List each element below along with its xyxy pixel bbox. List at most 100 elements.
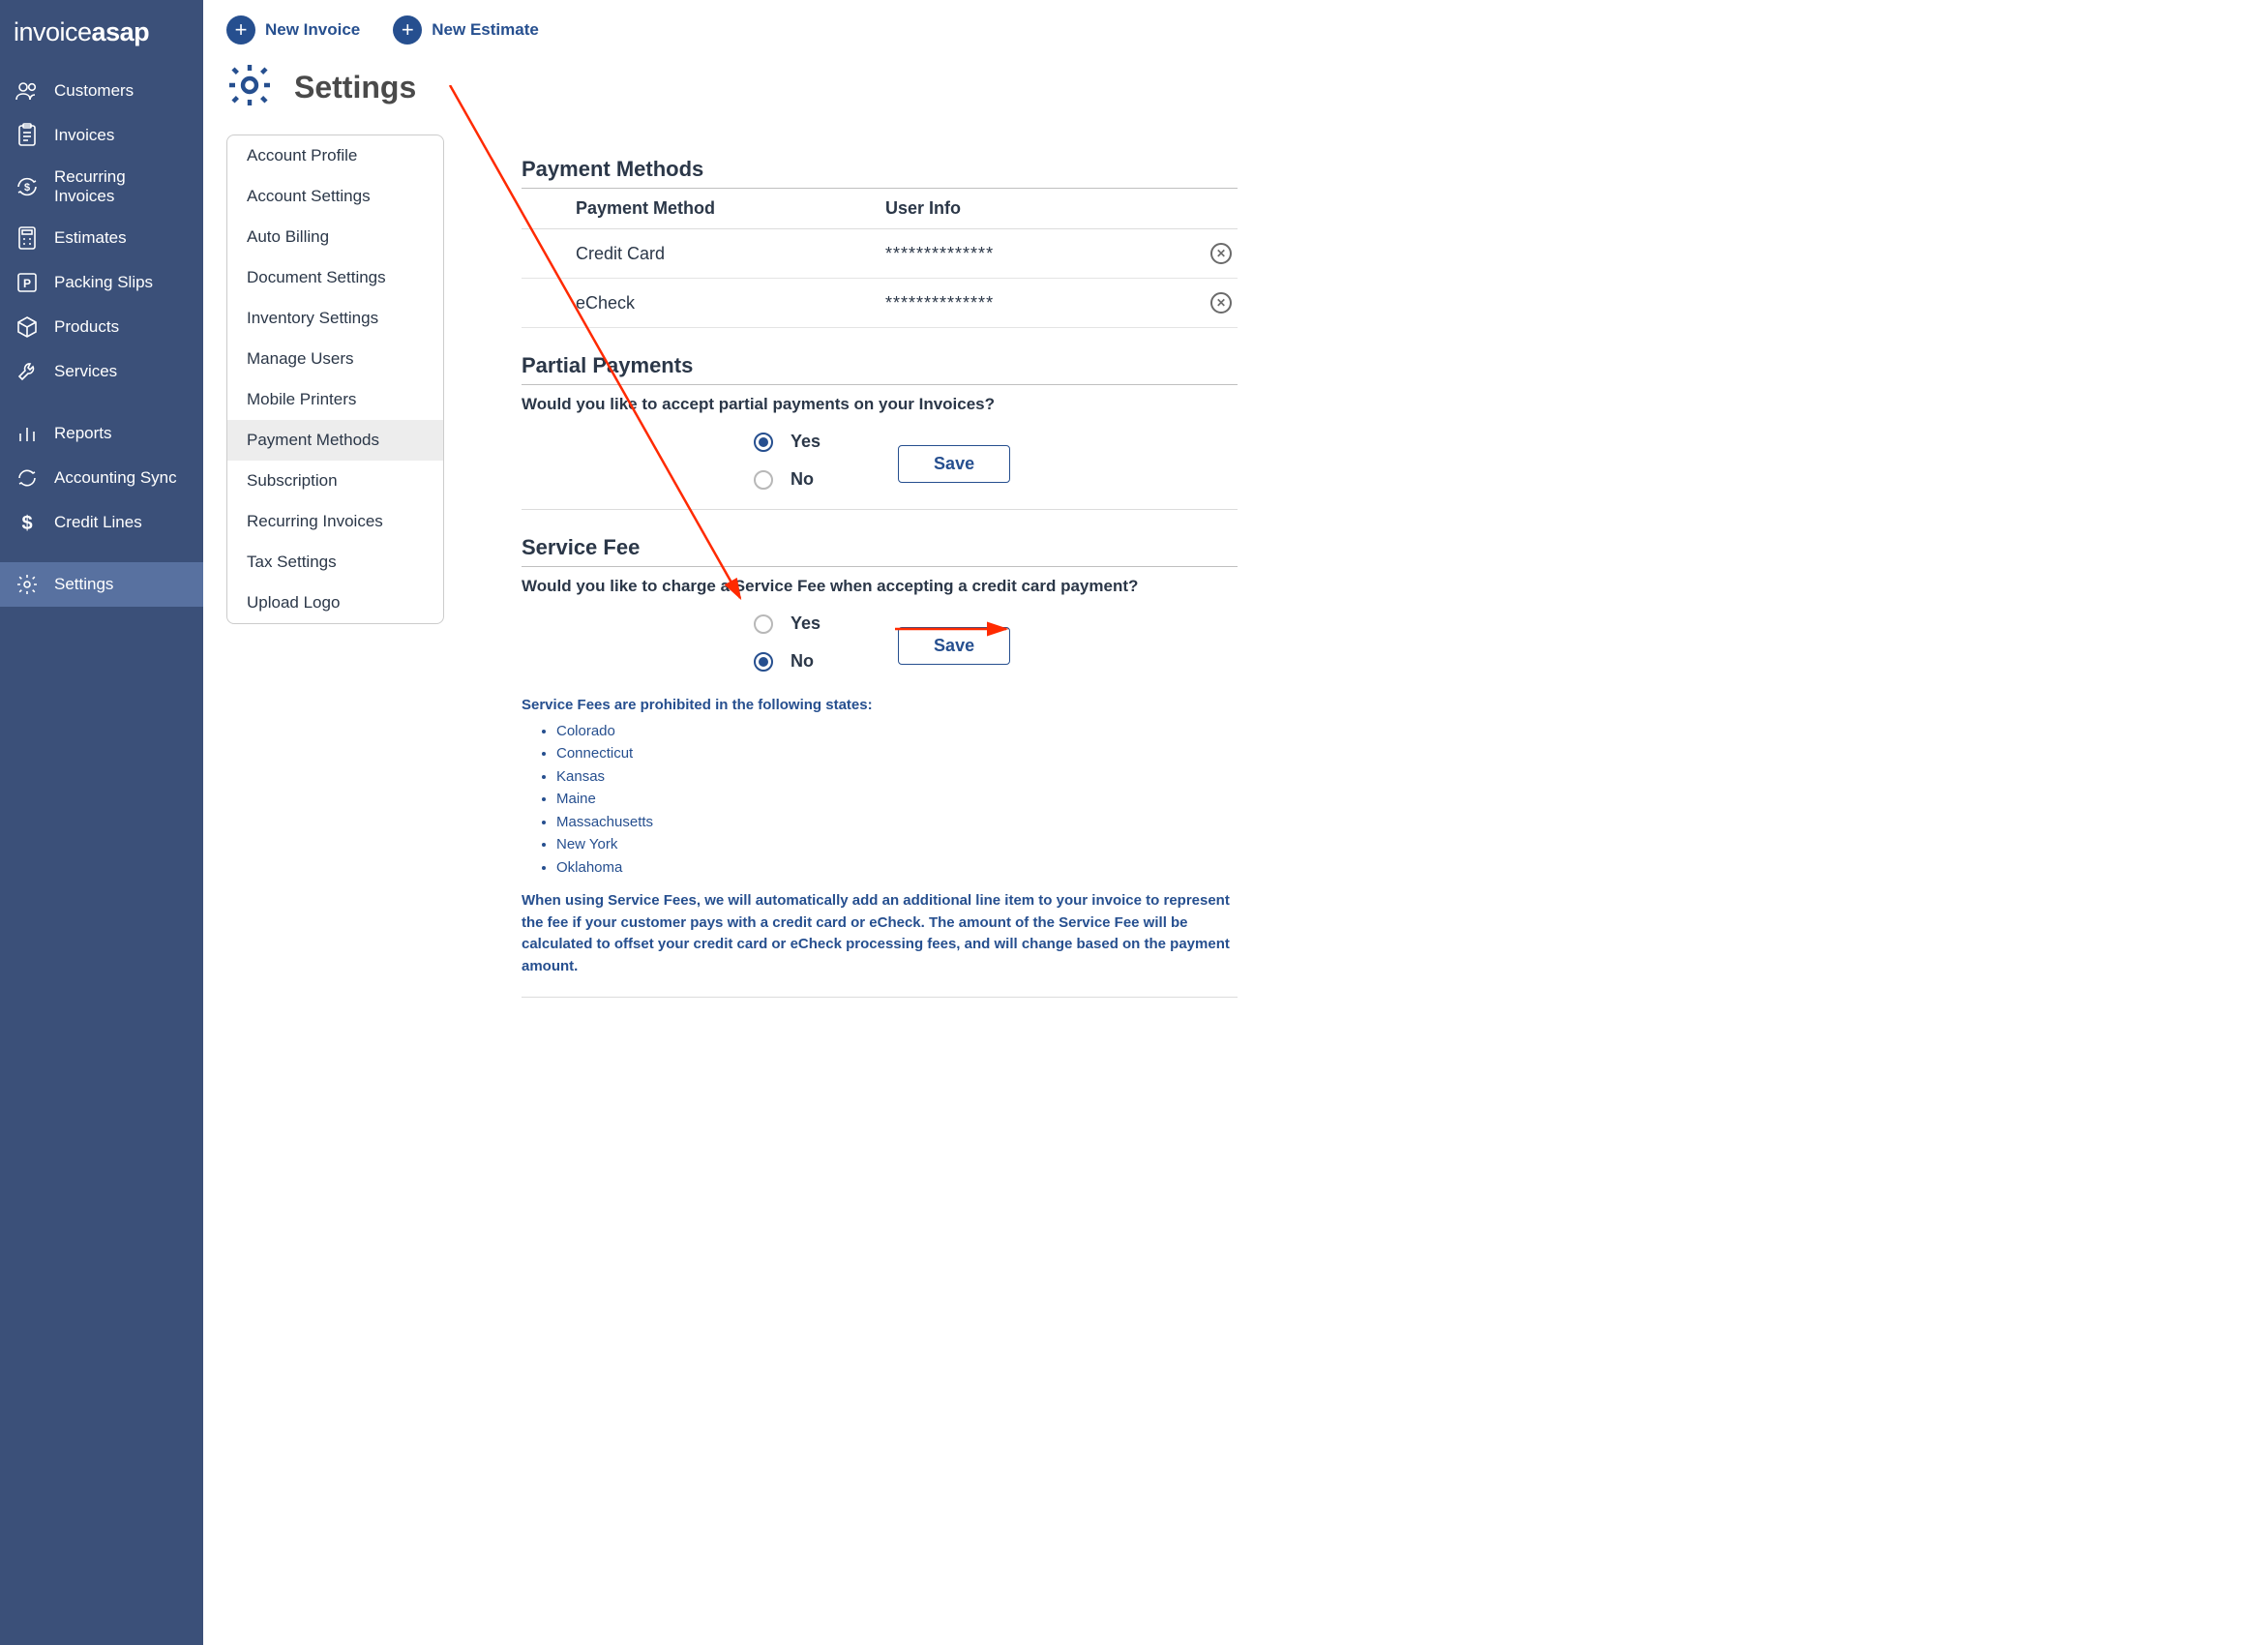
gear-icon	[226, 62, 273, 113]
sidebar-item-label: Products	[54, 317, 119, 337]
prohibited-states-list: Colorado Connecticut Kansas Maine Massac…	[522, 721, 1238, 880]
service-fee-section: Service Fee Would you like to charge a S…	[522, 535, 1238, 998]
partial-payments-no-radio[interactable]: No	[754, 469, 821, 490]
radio-icon	[754, 614, 773, 634]
calculator-icon	[14, 225, 41, 251]
partial-payments-question: Would you like to accept partial payment…	[522, 395, 1238, 414]
new-invoice-label: New Invoice	[265, 20, 360, 40]
radio-icon	[754, 433, 773, 452]
partial-payments-save-button[interactable]: Save	[898, 445, 1010, 483]
service-fee-no-radio[interactable]: No	[754, 651, 821, 672]
subnav-inventory-settings[interactable]: Inventory Settings	[227, 298, 443, 339]
partial-payments-yes-radio[interactable]: Yes	[754, 432, 821, 452]
svg-text:$: $	[24, 182, 30, 194]
nav-primary: Customers Invoices $ Recurring Invoices …	[0, 69, 203, 394]
payment-methods-section: Payment Methods Payment Method User Info…	[522, 157, 1238, 328]
remove-payment-method-button[interactable]	[1210, 243, 1232, 264]
sidebar-item-credit-lines[interactable]: $ Credit Lines	[0, 500, 203, 545]
svg-text:P: P	[23, 277, 31, 290]
subnav-recurring-invoices[interactable]: Recurring Invoices	[227, 501, 443, 542]
payment-methods-table-head: Payment Method User Info	[522, 189, 1238, 229]
sidebar-item-products[interactable]: Products	[0, 305, 203, 349]
sidebar-item-label: Customers	[54, 81, 134, 101]
radio-label: No	[791, 651, 814, 672]
sidebar-item-recurring-invoices[interactable]: $ Recurring Invoices	[0, 158, 203, 216]
sidebar-item-label: Packing Slips	[54, 273, 153, 292]
content: Settings Account Profile Account Setting…	[203, 54, 2268, 1645]
brand-logo: invoiceasap	[0, 17, 203, 69]
sidebar-item-accounting-sync[interactable]: Accounting Sync	[0, 456, 203, 500]
subnav-mobile-printers[interactable]: Mobile Printers	[227, 379, 443, 420]
new-estimate-label: New Estimate	[432, 20, 539, 40]
subnav-document-settings[interactable]: Document Settings	[227, 257, 443, 298]
radio-icon	[754, 652, 773, 672]
state-item: New York	[556, 834, 1238, 856]
radio-label: Yes	[791, 613, 821, 634]
state-item: Maine	[556, 789, 1238, 811]
subnav-manage-users[interactable]: Manage Users	[227, 339, 443, 379]
sidebar-item-customers[interactable]: Customers	[0, 69, 203, 113]
bar-chart-icon	[14, 421, 41, 446]
sidebar-item-packing-slips[interactable]: P Packing Slips	[0, 260, 203, 305]
partial-payments-heading: Partial Payments	[522, 353, 1238, 378]
subnav-payment-methods[interactable]: Payment Methods	[227, 420, 443, 461]
service-fee-question: Would you like to charge a Service Fee w…	[522, 577, 1238, 596]
new-invoice-button[interactable]: + New Invoice	[226, 15, 360, 45]
sidebar-item-label: Accounting Sync	[54, 468, 177, 488]
subnav-auto-billing[interactable]: Auto Billing	[227, 217, 443, 257]
users-icon	[14, 78, 41, 104]
gear-icon	[14, 572, 41, 597]
subnav-subscription[interactable]: Subscription	[227, 461, 443, 501]
sidebar-item-label: Recurring Invoices	[54, 167, 190, 206]
sidebar-item-reports[interactable]: Reports	[0, 411, 203, 456]
payment-method-info: **************	[885, 244, 1210, 264]
main-area: + New Invoice + New Estimate Settings Ac…	[203, 0, 2268, 1645]
state-item: Colorado	[556, 721, 1238, 743]
subnav-upload-logo[interactable]: Upload Logo	[227, 583, 443, 623]
service-fee-yes-radio[interactable]: Yes	[754, 613, 821, 634]
radio-icon	[754, 470, 773, 490]
subnav-account-profile[interactable]: Account Profile	[227, 135, 443, 176]
payment-method-info: **************	[885, 293, 1210, 314]
payment-methods-heading: Payment Methods	[522, 157, 1238, 182]
payment-method-name: Credit Card	[576, 244, 885, 264]
radio-label: No	[791, 469, 814, 490]
col-payment-method: Payment Method	[576, 198, 885, 219]
sidebar-item-services[interactable]: Services	[0, 349, 203, 394]
sidebar-item-estimates[interactable]: Estimates	[0, 216, 203, 260]
state-item: Massachusetts	[556, 812, 1238, 834]
subnav-account-settings[interactable]: Account Settings	[227, 176, 443, 217]
prohibited-intro: Service Fees are prohibited in the follo…	[522, 695, 1238, 717]
plus-icon: +	[226, 15, 255, 45]
settings-right-column: Payment Methods Payment Method User Info…	[522, 62, 1238, 1023]
page-title-row: Settings	[226, 62, 444, 113]
sync-icon	[14, 465, 41, 491]
sidebar-item-label: Credit Lines	[54, 513, 142, 532]
service-fee-save-button[interactable]: Save	[898, 627, 1010, 665]
state-item: Oklahoma	[556, 857, 1238, 880]
payment-method-row: eCheck **************	[522, 279, 1238, 328]
state-item: Connecticut	[556, 743, 1238, 765]
nav-tertiary: Settings	[0, 562, 203, 607]
sidebar-item-settings[interactable]: Settings	[0, 562, 203, 607]
plus-icon: +	[393, 15, 422, 45]
sidebar: invoiceasap Customers Invoices $ Recurri…	[0, 0, 203, 1645]
refresh-dollar-icon: $	[14, 174, 41, 199]
sidebar-item-invoices[interactable]: Invoices	[0, 113, 203, 158]
dollar-icon: $	[14, 510, 41, 535]
new-estimate-button[interactable]: + New Estimate	[393, 15, 539, 45]
sidebar-item-label: Invoices	[54, 126, 114, 145]
service-fee-note: When using Service Fees, we will automat…	[522, 890, 1238, 977]
wrench-icon	[14, 359, 41, 384]
partial-payments-section: Partial Payments Would you like to accep…	[522, 353, 1238, 510]
sidebar-item-label: Settings	[54, 575, 113, 594]
subnav-tax-settings[interactable]: Tax Settings	[227, 542, 443, 583]
service-fee-heading: Service Fee	[522, 535, 1238, 560]
payment-method-row: Credit Card **************	[522, 229, 1238, 279]
sidebar-item-label: Reports	[54, 424, 112, 443]
state-item: Kansas	[556, 766, 1238, 789]
box-icon	[14, 314, 41, 340]
settings-subnav: Account Profile Account Settings Auto Bi…	[226, 135, 444, 624]
remove-payment-method-button[interactable]	[1210, 292, 1232, 314]
radio-label: Yes	[791, 432, 821, 452]
